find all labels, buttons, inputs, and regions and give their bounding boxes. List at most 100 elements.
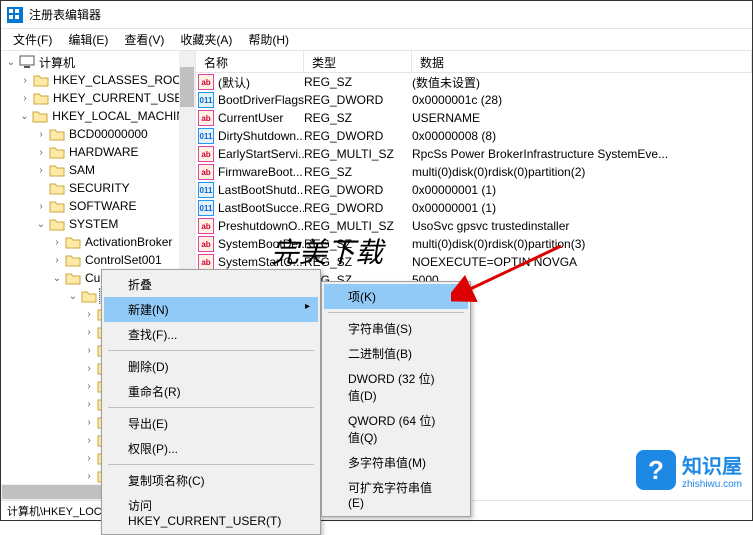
ctx-new-string[interactable]: 字符串值(S) [324, 316, 468, 341]
titlebar: 注册表编辑器 [1, 1, 752, 29]
value-name: SystemBootDe... [218, 237, 304, 251]
value-row[interactable]: 011BootDriverFlagsREG_DWORD0x0000001c (2… [196, 91, 752, 109]
menu-favorites[interactable]: 收藏夹(A) [172, 29, 240, 50]
ctx-export[interactable]: 导出(E) [104, 411, 318, 436]
expand-icon[interactable]: › [35, 129, 47, 140]
string-value-icon: ab [198, 146, 214, 162]
col-header-data[interactable]: 数据 [412, 51, 752, 72]
value-name: DirtyShutdown... [218, 129, 304, 143]
ctx-separator [108, 464, 314, 465]
value-type: REG_MULTI_SZ [304, 219, 412, 233]
expand-icon[interactable]: › [35, 201, 47, 212]
value-name: CurrentUser [218, 111, 283, 125]
value-type: REG_SZ [304, 75, 412, 89]
values-header: 名称 类型 数据 [196, 51, 752, 73]
folder-icon [49, 145, 65, 159]
value-row[interactable]: 011DirtyShutdown...REG_DWORD0x00000008 (… [196, 127, 752, 145]
window-title: 注册表编辑器 [29, 6, 101, 23]
value-type: REG_SZ [304, 255, 412, 269]
tree-system[interactable]: ⌄SYSTEM [1, 215, 195, 233]
tree-hkcr[interactable]: ›HKEY_CLASSES_ROOT [1, 71, 195, 89]
tree-hardware[interactable]: ›HARDWARE [1, 143, 195, 161]
ctx-new-dword[interactable]: DWORD (32 位)值(D) [324, 366, 468, 408]
ctx-find[interactable]: 查找(F)... [104, 322, 318, 347]
ctx-new-binary[interactable]: 二进制值(B) [324, 341, 468, 366]
value-data: 0x00000001 (1) [412, 183, 752, 197]
menu-file[interactable]: 文件(F) [5, 29, 60, 50]
ctx-collapse[interactable]: 折叠 [104, 272, 318, 297]
computer-icon [19, 55, 35, 69]
ctx-new[interactable]: 新建(N) [104, 297, 318, 322]
expand-icon[interactable]: › [51, 237, 63, 248]
ctx-new-expand[interactable]: 可扩充字符串值(E) [324, 475, 468, 514]
ctx-new-key[interactable]: 项(K) [324, 284, 468, 309]
menubar: 文件(F) 编辑(E) 查看(V) 收藏夹(A) 帮助(H) [1, 29, 752, 51]
value-data: RpcSs Power BrokerInfrastructure SystemE… [412, 147, 752, 161]
ctx-rename[interactable]: 重命名(R) [104, 379, 318, 404]
value-row[interactable]: abSystemBootDe...REG_SZmulti(0)disk(0)rd… [196, 235, 752, 253]
value-name: (默认) [218, 74, 250, 91]
ctx-separator [108, 407, 314, 408]
expand-icon[interactable]: › [35, 165, 47, 176]
ctx-new-multi[interactable]: 多字符串值(M) [324, 450, 468, 475]
value-row[interactable]: ab(默认)REG_SZ(数值未设置) [196, 73, 752, 91]
ctx-delete[interactable]: 删除(D) [104, 354, 318, 379]
folder-icon [49, 217, 65, 231]
expand-icon[interactable]: › [51, 255, 63, 266]
menu-help[interactable]: 帮助(H) [240, 29, 297, 50]
tree-software[interactable]: ›SOFTWARE [1, 197, 195, 215]
ctx-new-qword[interactable]: QWORD (64 位)值(Q) [324, 408, 468, 450]
expand-icon[interactable]: › [19, 93, 31, 104]
string-value-icon: ab [198, 218, 214, 234]
folder-icon [65, 253, 81, 267]
value-name: BootDriverFlags [218, 93, 304, 107]
value-row[interactable]: ab PreshutdownO...REG_MULTI_SZUsoSvc gpsv… [196, 217, 752, 235]
tree-bcd[interactable]: ›BCD00000000 [1, 125, 195, 143]
folder-icon [49, 199, 65, 213]
string-value-icon: ab [198, 236, 214, 252]
ctx-permissions[interactable]: 权限(P)... [104, 436, 318, 461]
value-row[interactable]: abEarlyStartServi...REG_MULTI_SZRpcSs Po… [196, 145, 752, 163]
value-row[interactable]: abFirmwareBoot...REG_SZmulti(0)disk(0)rd… [196, 163, 752, 181]
tree-sam[interactable]: ›SAM [1, 161, 195, 179]
collapse-icon[interactable]: ⌄ [19, 111, 31, 122]
tree-hkcu[interactable]: ›HKEY_CURRENT_USER [1, 89, 195, 107]
ctx-copy-key-name[interactable]: 复制项名称(C) [104, 468, 318, 493]
folder-icon [49, 163, 65, 177]
collapse-icon[interactable]: ⌄ [35, 219, 47, 230]
value-row[interactable]: abCurrentUserREG_SZUSERNAME [196, 109, 752, 127]
value-type: REG_MULTI_SZ [304, 147, 412, 161]
folder-icon [81, 289, 97, 303]
binary-value-icon: 011 [198, 200, 214, 216]
col-header-type[interactable]: 类型 [304, 51, 412, 72]
tree-security[interactable]: SECURITY [1, 179, 195, 197]
col-header-name[interactable]: 名称 [196, 51, 304, 72]
menu-edit[interactable]: 编辑(E) [60, 29, 116, 50]
value-data: USERNAME [412, 111, 752, 125]
tree-root[interactable]: ⌄计算机 [1, 53, 195, 71]
value-type: REG_DWORD [304, 93, 412, 107]
value-data: (数值未设置) [412, 74, 752, 91]
value-name: FirmwareBoot... [218, 165, 303, 179]
binary-value-icon: 011 [198, 92, 214, 108]
value-name: PreshutdownO... [218, 219, 304, 233]
collapse-icon[interactable]: ⌄ [51, 273, 63, 284]
expand-icon[interactable]: › [35, 147, 47, 158]
values-list[interactable]: ab(默认)REG_SZ(数值未设置)011BootDriverFlagsREG… [196, 73, 752, 289]
tree-controlset001[interactable]: ›ControlSet001 [1, 251, 195, 269]
value-row[interactable]: 011LastBootSucce...REG_DWORD0x00000001 (… [196, 199, 752, 217]
ctx-goto-hkcu[interactable]: 访问 HKEY_CURRENT_USER(T) [104, 493, 318, 532]
context-submenu-new: 项(K) 字符串值(S) 二进制值(B) DWORD (32 位)值(D) QW… [321, 281, 471, 517]
value-row[interactable]: 011LastBootShutd...REG_DWORD0x00000001 (… [196, 181, 752, 199]
tree-hklm[interactable]: ⌄HKEY_LOCAL_MACHINE [1, 107, 195, 125]
folder-icon [65, 271, 81, 285]
menu-view[interactable]: 查看(V) [116, 29, 172, 50]
tree-activationbroker[interactable]: ›ActivationBroker [1, 233, 195, 251]
value-type: REG_DWORD [304, 129, 412, 143]
value-name: LastBootSucce... [218, 201, 304, 215]
string-value-icon: ab [198, 254, 214, 270]
collapse-icon[interactable]: ⌄ [5, 57, 17, 68]
expand-icon[interactable]: › [19, 75, 31, 86]
collapse-icon[interactable]: ⌄ [67, 291, 79, 302]
value-data: UsoSvc gpsvc trustedinstaller [412, 219, 752, 233]
